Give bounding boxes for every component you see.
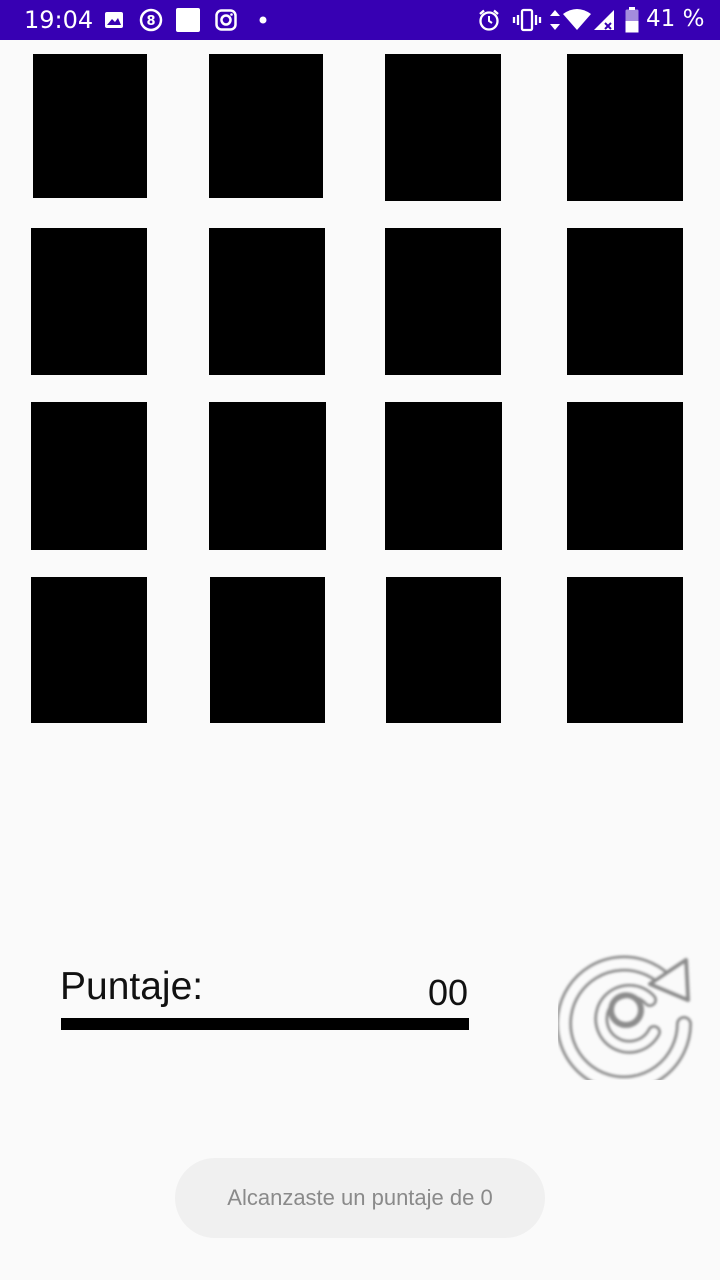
- status-time: 19:04: [24, 6, 94, 34]
- score-value: 00: [427, 972, 468, 1013]
- toast-message: Alcanzaste un puntaje de 0: [227, 1185, 493, 1210]
- battery-icon: [624, 6, 640, 34]
- data-arrows-icon: [548, 6, 562, 34]
- card-12[interactable]: [567, 402, 683, 550]
- card-7[interactable]: [385, 228, 501, 375]
- card-1[interactable]: [33, 54, 147, 198]
- card-2[interactable]: [209, 54, 323, 198]
- card-15[interactable]: [386, 577, 501, 723]
- battery-percent: 41 %: [646, 6, 705, 32]
- image-icon: [104, 6, 124, 34]
- reset-button[interactable]: [556, 940, 696, 1092]
- reset-rotate-icon: [556, 955, 692, 1092]
- counter-8-icon: 8: [139, 6, 163, 34]
- card-6[interactable]: [209, 228, 325, 375]
- card-14[interactable]: [210, 577, 325, 723]
- card-8[interactable]: [567, 228, 683, 375]
- card-11[interactable]: [385, 402, 502, 550]
- alarm-icon: [476, 6, 502, 34]
- card-13[interactable]: [31, 577, 147, 723]
- card-5[interactable]: [31, 228, 147, 375]
- signal-icon: [592, 6, 616, 34]
- score-label: Puntaje:: [60, 965, 204, 1008]
- wifi-icon: [562, 6, 592, 34]
- status-bar: 19:04 8 41 %: [0, 0, 720, 40]
- card-10[interactable]: [209, 402, 326, 550]
- card-9[interactable]: [31, 402, 147, 550]
- card-3[interactable]: [385, 54, 501, 201]
- blank-square-icon: [176, 6, 200, 34]
- instagram-icon: [215, 6, 237, 34]
- vibrate-icon: [512, 6, 542, 34]
- score-toast: Alcanzaste un puntaje de 0: [175, 1158, 545, 1238]
- dot-icon: [258, 6, 268, 34]
- card-16[interactable]: [567, 577, 683, 723]
- svg-text:8: 8: [146, 14, 155, 29]
- card-4[interactable]: [567, 54, 683, 201]
- score-underline: [61, 1018, 469, 1030]
